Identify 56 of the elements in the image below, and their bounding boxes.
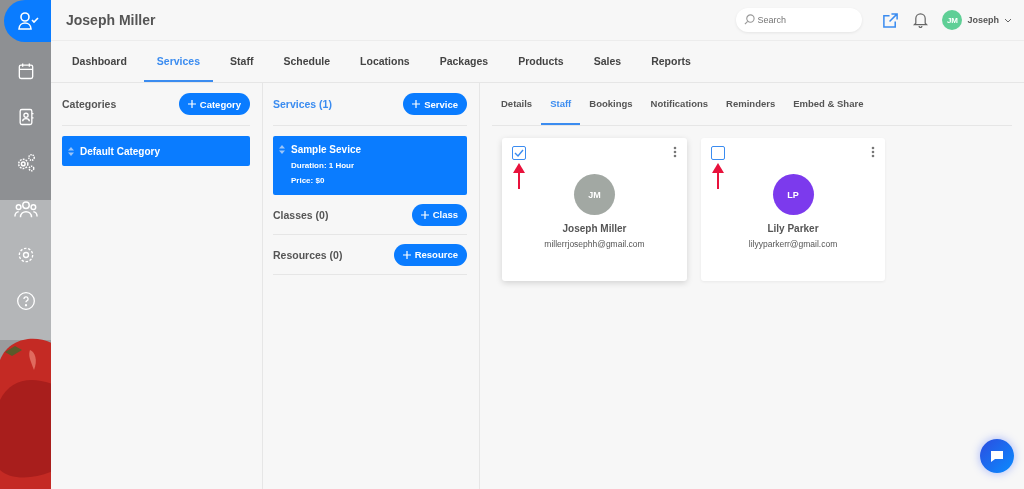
section-heading: Resources (0) [273,248,343,261]
nav-tab[interactable]: Staff [217,41,267,82]
categories-heading: Categories [62,98,117,110]
external-link-icon[interactable] [882,11,900,29]
people-icon [13,198,38,220]
bell-icon[interactable] [913,12,929,28]
user-avatar: JM [942,10,963,30]
add-button[interactable]: Class [411,203,467,226]
page-title: Joseph Miller [66,12,156,28]
detail-tab[interactable]: Details [492,83,542,125]
detail-tab[interactable]: Bookings [580,83,642,125]
nav-tab[interactable]: Packages [426,41,502,82]
staff-avatar: JM [574,174,615,215]
services-heading: Services (1) [273,98,332,110]
chevron-down-icon [1004,17,1012,23]
checkbox[interactable] [512,146,526,160]
drag-handle-icon [68,146,74,156]
service-name: Sample Sevice [291,144,362,155]
plus-icon [187,100,196,108]
drag-handle-icon [279,145,285,154]
detail-tab[interactable]: Embed & Share [784,83,873,125]
search-icon [744,14,756,25]
more-options-icon[interactable] [871,146,875,158]
nav-tab[interactable]: Schedule [270,41,344,82]
nav-tab[interactable]: Reports [638,41,704,82]
help-icon [15,291,36,311]
service-price: Price: $0 [290,176,325,185]
section-heading: Classes (0) [273,208,329,221]
staff-name: Lily Parker [767,223,819,234]
sidebar-item[interactable] [4,0,51,42]
more-options-icon[interactable] [673,146,677,158]
chat-icon [990,449,1004,463]
staff-avatar: LP [772,174,814,215]
add-category-button[interactable]: Category [178,93,250,115]
staff-email: lilyyparkerr@gmail.com [748,239,838,249]
nav-tab[interactable]: Products [505,41,577,82]
staff-email: millerrjosephh@gmail.com [544,239,645,249]
plus-icon [402,250,411,259]
nav-tab[interactable]: Dashboard [59,41,140,82]
plus-icon [420,210,429,219]
checkbox[interactable] [711,146,725,160]
service-card[interactable]: Sample Sevice Duration: 1 Hour Price: $0 [273,136,467,195]
detail-tab[interactable]: Notifications [641,83,718,125]
user-check-icon [15,9,40,33]
chat-button[interactable] [980,439,1014,473]
search-field[interactable]: Search [736,8,863,32]
nav-tab[interactable]: Sales [580,41,635,82]
add-button[interactable]: Resource [393,243,467,266]
plus-icon [412,100,421,108]
staff-name: Joseph Miller [562,223,627,234]
service-duration: Duration: 1 Hour [290,161,355,170]
add-service-button[interactable]: Service [403,93,467,115]
nav-tab[interactable]: Locations [347,41,423,82]
user-menu[interactable]: JM Joseph [942,10,1012,30]
detail-tab[interactable]: Reminders [717,83,785,125]
category-item[interactable]: Default Category [62,136,250,166]
